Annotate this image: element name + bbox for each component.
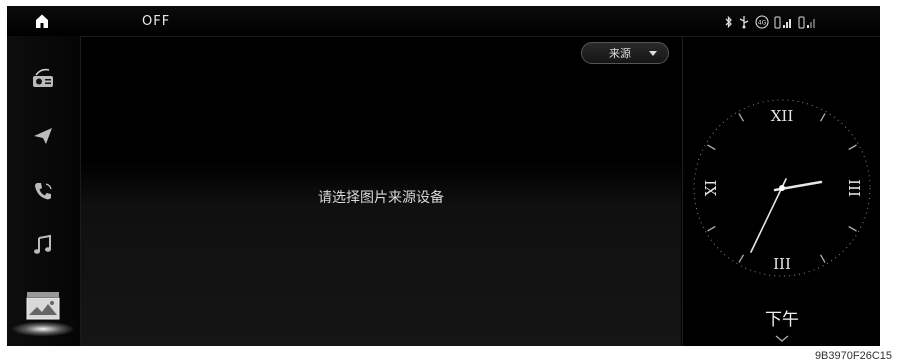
select-source-prompt: 请选择图片来源设备 <box>318 190 444 206</box>
main-area: 来源 请选择图片来源设备 <box>81 37 681 346</box>
signal-icon <box>774 16 791 29</box>
status-icons: 4G <box>724 14 818 30</box>
home-icon <box>36 14 48 28</box>
numeral-xii: XII <box>771 107 794 125</box>
usb-icon <box>739 16 749 29</box>
analog-clock: XII III III IX <box>693 99 871 277</box>
source-button-label: 来源 <box>609 47 631 60</box>
4g-icon: 4G <box>755 15 769 29</box>
status-text: OFF <box>142 14 171 29</box>
source-button[interactable]: 来源 <box>581 42 669 64</box>
picture-icon <box>26 292 60 320</box>
image-caption: 9B3970F26C15 <box>814 350 892 362</box>
status-bar: OFF 4G <box>7 6 880 37</box>
chevron-down-icon <box>649 50 657 56</box>
sidebar-item-radio[interactable] <box>19 58 67 98</box>
sidebar-item-navigation[interactable] <box>19 116 67 156</box>
signal-icon <box>798 16 815 29</box>
chevron-down-icon[interactable] <box>775 335 789 343</box>
home-button[interactable] <box>33 12 51 30</box>
numeral-vi: III <box>773 255 791 273</box>
numeral-iii: III <box>845 179 863 197</box>
sidebar-item-picture[interactable] <box>13 286 73 336</box>
music-icon <box>34 234 51 254</box>
navigation-icon <box>34 128 52 144</box>
bluetooth-icon <box>725 15 732 29</box>
clock-panel: XII III III IX 下午 <box>682 37 880 346</box>
sidebar-item-phone[interactable] <box>19 171 67 211</box>
clock-center <box>779 185 785 191</box>
sidebar <box>7 36 81 346</box>
radio-icon <box>33 68 53 87</box>
am-pm-label: 下午 <box>765 310 799 330</box>
svg-text:4G: 4G <box>758 20 767 27</box>
numeral-ix: IX <box>701 180 719 197</box>
screen: OFF 4G 来源 请选择图片来源设备 XII III III IX 下午 <box>7 6 880 346</box>
phone-icon <box>35 183 52 200</box>
sidebar-item-music[interactable] <box>19 225 67 265</box>
